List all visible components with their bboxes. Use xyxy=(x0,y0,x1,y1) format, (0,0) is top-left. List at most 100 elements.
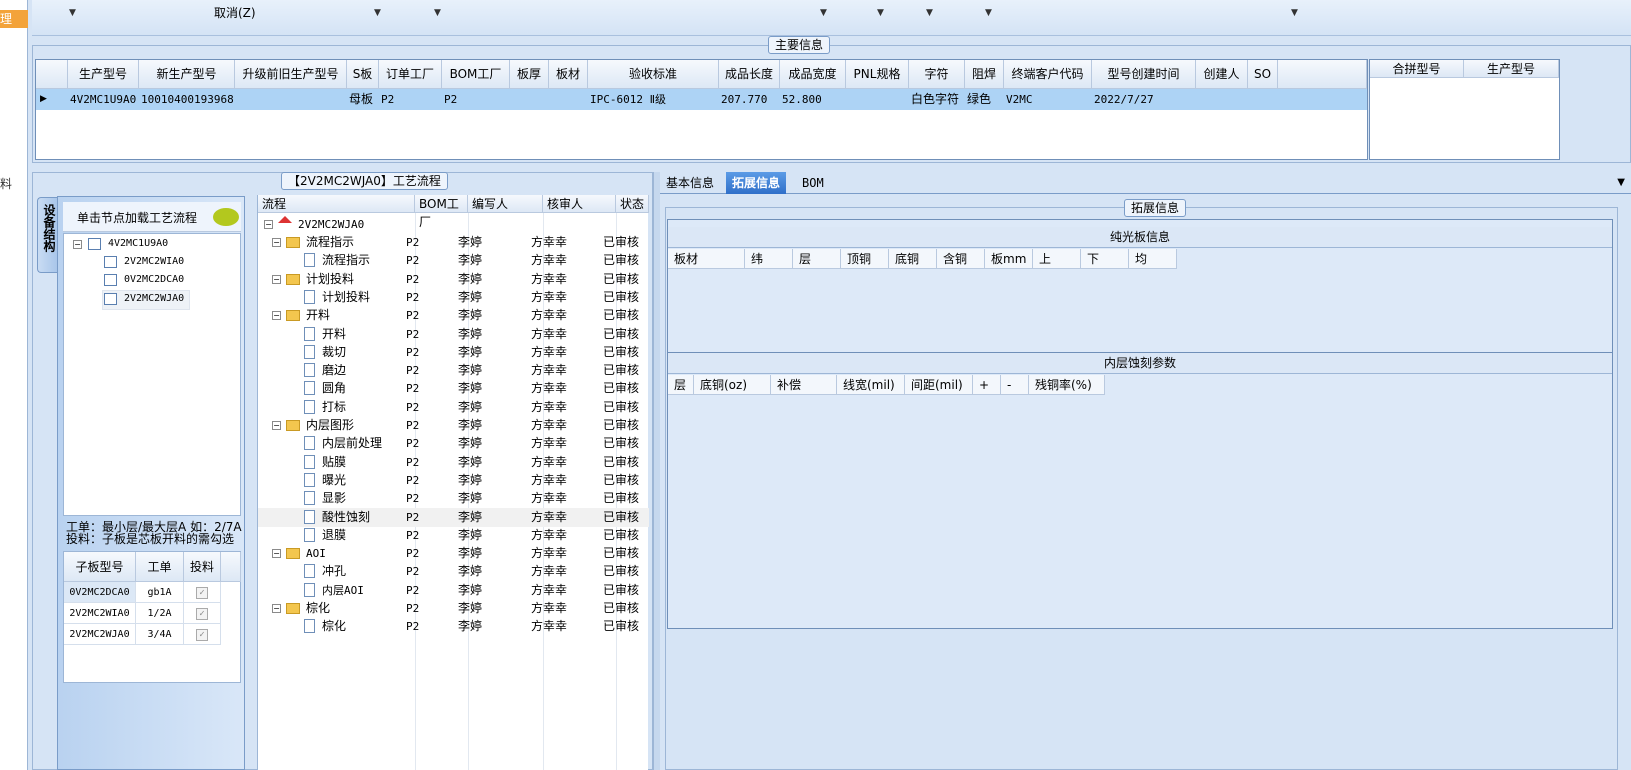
merge-col-header[interactable]: 生产型号 xyxy=(1464,60,1559,78)
flow-row[interactable]: 流程指示 P2 李婷 方幸幸 已审核 xyxy=(258,251,649,270)
side-tab-structure[interactable]: 设备结构 xyxy=(37,197,57,273)
flow-row[interactable]: 开料 P2 李婷 方幸幸 已审核 xyxy=(258,325,649,344)
col-header[interactable]: 字符 xyxy=(909,60,965,89)
table-cell[interactable]: 绿色 xyxy=(965,89,1004,110)
col-header[interactable]: 上 xyxy=(1033,249,1081,269)
flow-row[interactable]: 曝光 P2 李婷 方幸幸 已审核 xyxy=(258,471,649,490)
flow-row[interactable]: 显影 P2 李婷 方幸幸 已审核 xyxy=(258,489,649,508)
flow-row[interactable]: 贴膜 P2 李婷 方幸幸 已审核 xyxy=(258,453,649,472)
flow-row[interactable]: − 开料 P2 李婷 方幸幸 已审核 xyxy=(258,306,649,325)
col-header[interactable]: 下 xyxy=(1081,249,1129,269)
flow-row[interactable]: 裁切 P2 李婷 方幸幸 已审核 xyxy=(258,343,649,362)
checkbox-checked-icon[interactable]: ✓ xyxy=(196,608,208,620)
table-cell[interactable]: P2 xyxy=(442,89,510,110)
table-cell[interactable]: 母板 xyxy=(347,89,379,110)
col-header[interactable]: - xyxy=(1001,375,1029,395)
col-header[interactable]: + xyxy=(973,375,1001,395)
table-cell[interactable] xyxy=(1248,89,1278,110)
col-header[interactable]: BOM工厂 xyxy=(442,60,510,89)
splitter[interactable] xyxy=(653,172,660,770)
feed-checkbox-cell[interactable]: ✓ xyxy=(184,603,221,624)
table-cell[interactable] xyxy=(846,89,909,110)
checkbox[interactable] xyxy=(88,238,101,250)
col-header[interactable]: 间距(mil) xyxy=(905,375,973,395)
col-header[interactable]: BOM工厂 xyxy=(415,195,468,229)
col-header[interactable]: 状态 xyxy=(616,195,649,213)
col-header[interactable]: 生产型号 xyxy=(68,60,139,89)
col-header[interactable]: 订单工厂 xyxy=(379,60,442,89)
col-header[interactable]: PNL规格 xyxy=(846,60,909,89)
col-header[interactable]: 底铜(oz) xyxy=(694,375,771,395)
col-header[interactable]: 流程 xyxy=(258,195,415,213)
col-header[interactable]: 顶铜 xyxy=(841,249,889,269)
col-header[interactable]: 纬 xyxy=(745,249,793,269)
tree-node[interactable]: 0V2MC2DCA0 xyxy=(124,274,184,285)
col-header[interactable]: 均 xyxy=(1129,249,1177,269)
table-cell[interactable]: V2MC xyxy=(1004,89,1092,110)
col-header[interactable]: 升级前旧生产型号 xyxy=(235,60,347,89)
col-header[interactable]: 工单 xyxy=(136,552,184,582)
dropdown-arrow-icon[interactable]: ▼ xyxy=(985,8,992,18)
dropdown-arrow-icon[interactable]: ▼ xyxy=(374,8,381,18)
collapse-icon[interactable]: − xyxy=(272,311,281,321)
tree-node-selected[interactable]: 2V2MC2WJA0 xyxy=(124,293,184,304)
flow-row[interactable]: 退膜 P2 李婷 方幸幸 已审核 xyxy=(258,526,649,545)
table-cell[interactable]: 207.770 xyxy=(719,89,780,110)
flow-row[interactable]: − 流程指示 P2 李婷 方幸幸 已审核 xyxy=(258,233,649,252)
table-cell[interactable]: 4V2MC1U9A0 xyxy=(68,89,139,110)
sub-model-cell[interactable]: 2V2MC2WJA0 xyxy=(64,624,136,645)
table-cell[interactable]: IPC-6012 Ⅱ级 xyxy=(588,89,719,110)
col-header[interactable]: 板材 xyxy=(549,60,588,89)
col-header[interactable]: 阻焊 xyxy=(965,60,1004,89)
checkbox[interactable] xyxy=(104,274,117,286)
flow-row[interactable]: − 内层图形 P2 李婷 方幸幸 已审核 xyxy=(258,416,649,435)
col-header[interactable]: 底铜 xyxy=(889,249,937,269)
checkbox[interactable] xyxy=(104,293,117,305)
collapse-icon[interactable]: − xyxy=(272,604,281,613)
feed-checkbox-cell[interactable]: ✓ xyxy=(184,582,221,603)
flow-row[interactable]: 棕化 P2 李婷 方幸幸 已审核 xyxy=(258,617,649,636)
collapse-icon[interactable]: − xyxy=(264,220,273,229)
col-header[interactable]: 验收标准 xyxy=(588,60,719,89)
col-header[interactable]: 型号创建时间 xyxy=(1092,60,1196,89)
table-cell[interactable]: 10010400193968 xyxy=(139,89,235,110)
flow-row[interactable]: − 计划投料 P2 李婷 方幸幸 已审核 xyxy=(258,270,649,289)
tree-root-row[interactable]: − 2V2MC2WJA0 xyxy=(258,215,649,234)
col-header[interactable]: 终端客户代码 xyxy=(1004,60,1092,89)
order-cell[interactable]: 3/4A xyxy=(136,624,184,645)
cancel-button[interactable]: 取消(Z) xyxy=(214,4,256,21)
table-cell[interactable] xyxy=(549,89,588,110)
col-header[interactable]: 板mm xyxy=(985,249,1033,269)
flow-row[interactable]: 磨边 P2 李婷 方幸幸 已审核 xyxy=(258,361,649,380)
col-header[interactable]: 核审人 xyxy=(543,195,616,213)
col-header[interactable]: S板 xyxy=(347,60,379,89)
flow-row[interactable]: 圆角 P2 李婷 方幸幸 已审核 xyxy=(258,379,649,398)
tab-extended-info[interactable]: 拓展信息 xyxy=(726,172,787,194)
flow-row[interactable]: 打标 P2 李婷 方幸幸 已审核 xyxy=(258,398,649,417)
table-cell[interactable] xyxy=(235,89,347,110)
flow-row[interactable]: − 棕化 P2 李婷 方幸幸 已审核 xyxy=(258,599,649,618)
flow-row[interactable]: 冲孔 P2 李婷 方幸幸 已审核 xyxy=(258,562,649,581)
col-header[interactable]: 新生产型号 xyxy=(139,60,235,89)
checkbox[interactable] xyxy=(104,256,117,268)
checkbox-checked-icon[interactable]: ✓ xyxy=(196,629,208,641)
merge-col-header[interactable]: 合拼型号 xyxy=(1370,60,1464,78)
flow-row[interactable]: 计划投料 P2 李婷 方幸幸 已审核 xyxy=(258,288,649,307)
col-header[interactable]: 成品宽度 xyxy=(780,60,846,89)
dropdown-arrow-icon[interactable]: ▼ xyxy=(434,8,441,18)
flow-row[interactable]: − AOI P2 李婷 方幸幸 已审核 xyxy=(258,544,649,563)
feed-checkbox-cell[interactable]: ✓ xyxy=(184,624,221,645)
dropdown-arrow-icon[interactable]: ▼ xyxy=(926,8,933,18)
col-header[interactable]: 投料 xyxy=(184,552,221,582)
collapse-icon[interactable]: − xyxy=(272,549,281,559)
flow-row[interactable]: 内层AOI P2 李婷 方幸幸 已审核 xyxy=(258,581,649,600)
sub-model-cell[interactable]: 2V2MC2WIA0 xyxy=(64,603,136,624)
col-header[interactable]: 补偿 xyxy=(771,375,837,395)
dropdown-arrow-icon[interactable]: ▼ xyxy=(69,8,76,18)
col-header[interactable]: 板厚 xyxy=(510,60,549,89)
col-header[interactable]: 线宽(mil) xyxy=(837,375,905,395)
collapse-icon[interactable]: − xyxy=(272,238,281,247)
table-cell[interactable]: 白色字符 xyxy=(909,89,965,110)
table-cell[interactable]: P2 xyxy=(379,89,442,110)
order-cell[interactable]: 1/2A xyxy=(136,603,184,624)
